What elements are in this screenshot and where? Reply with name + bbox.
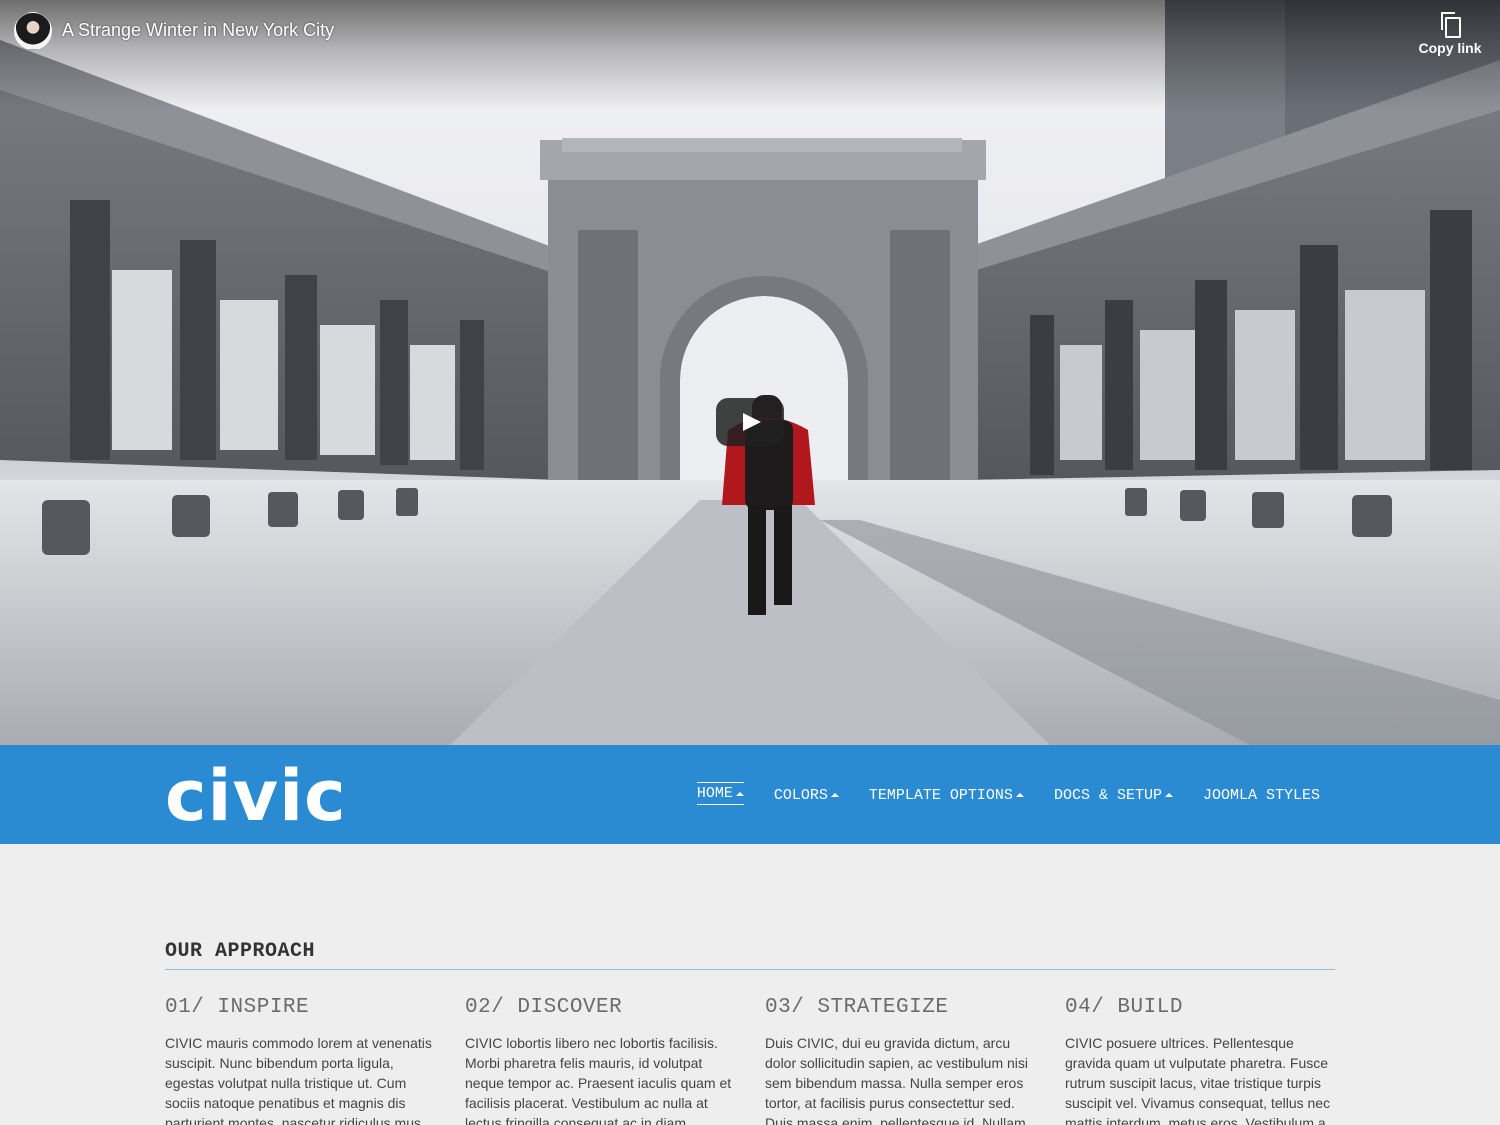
caret-up-icon	[1164, 793, 1173, 797]
column-text: CIVIC posuere ultrices. Pellentesque gra…	[1065, 1035, 1331, 1125]
site-logo[interactable]: civic	[165, 751, 347, 841]
approach-section: OUR APPROACH 01/ INSPIRE CIVIC mauris co…	[165, 940, 1335, 1125]
caret-up-icon	[1015, 793, 1024, 797]
copy-icon	[1439, 12, 1461, 38]
column-text: CIVIC lobortis libero nec lobortis facil…	[465, 1035, 732, 1125]
main-menu: HOME COLORS TEMPLATE OPTIONS DOCS & SETU…	[696, 782, 1320, 805]
approach-column-discover: 02/ DISCOVER CIVIC lobortis libero nec l…	[465, 996, 735, 1125]
column-heading: 03/ STRATEGIZE	[765, 996, 949, 1019]
copy-link-button[interactable]: Copy link	[1412, 12, 1488, 64]
approach-column-strategize: 03/ STRATEGIZE Duis CIVIC, dui eu gravid…	[765, 996, 1035, 1125]
approach-columns: 01/ INSPIRE CIVIC mauris commodo lorem a…	[165, 996, 1335, 1125]
caret-up-icon	[830, 793, 839, 797]
menu-item-home[interactable]: HOME	[696, 782, 744, 805]
approach-column-build: 04/ BUILD CIVIC posuere ultrices. Pellen…	[1065, 996, 1335, 1125]
column-heading: 01/ INSPIRE	[165, 996, 310, 1019]
menu-item-label: DOCS & SETUP	[1053, 786, 1162, 804]
column-heading: 02/ DISCOVER	[465, 996, 623, 1019]
play-button[interactable]	[716, 398, 784, 446]
menu-item-colors[interactable]: COLORS	[774, 785, 839, 805]
menu-item-label: HOME	[696, 785, 733, 802]
column-text: CIVIC mauris commodo lorem at venenatis …	[165, 1035, 432, 1125]
site-header: civic HOME COLORS TEMPLATE OPTIONS DOCS …	[0, 745, 1500, 844]
menu-item-label: COLORS	[773, 786, 828, 804]
menu-item-docs-setup[interactable]: DOCS & SETUP	[1054, 785, 1173, 805]
column-heading: 04/ BUILD	[1065, 996, 1183, 1019]
video-overlay-shade	[0, 0, 1500, 110]
column-text: Duis CIVIC, dui eu gravida dictum, arcu …	[765, 1035, 1030, 1125]
menu-item-joomla-styles[interactable]: JOOMLA STYLES	[1203, 785, 1320, 805]
section-title: OUR APPROACH	[165, 940, 1335, 970]
copy-link-label: Copy link	[1418, 40, 1482, 56]
caret-up-icon	[735, 791, 744, 796]
video-title[interactable]: A Strange Winter in New York City	[62, 20, 334, 41]
video-player[interactable]: A Strange Winter in New York City Copy l…	[0, 0, 1500, 745]
menu-item-template-options[interactable]: TEMPLATE OPTIONS	[869, 785, 1024, 805]
video-thumbnail	[0, 0, 1500, 745]
channel-avatar[interactable]	[14, 12, 52, 50]
menu-item-label: TEMPLATE OPTIONS	[868, 786, 1013, 804]
approach-column-inspire: 01/ INSPIRE CIVIC mauris commodo lorem a…	[165, 996, 435, 1125]
menu-item-label: JOOMLA STYLES	[1202, 786, 1320, 804]
